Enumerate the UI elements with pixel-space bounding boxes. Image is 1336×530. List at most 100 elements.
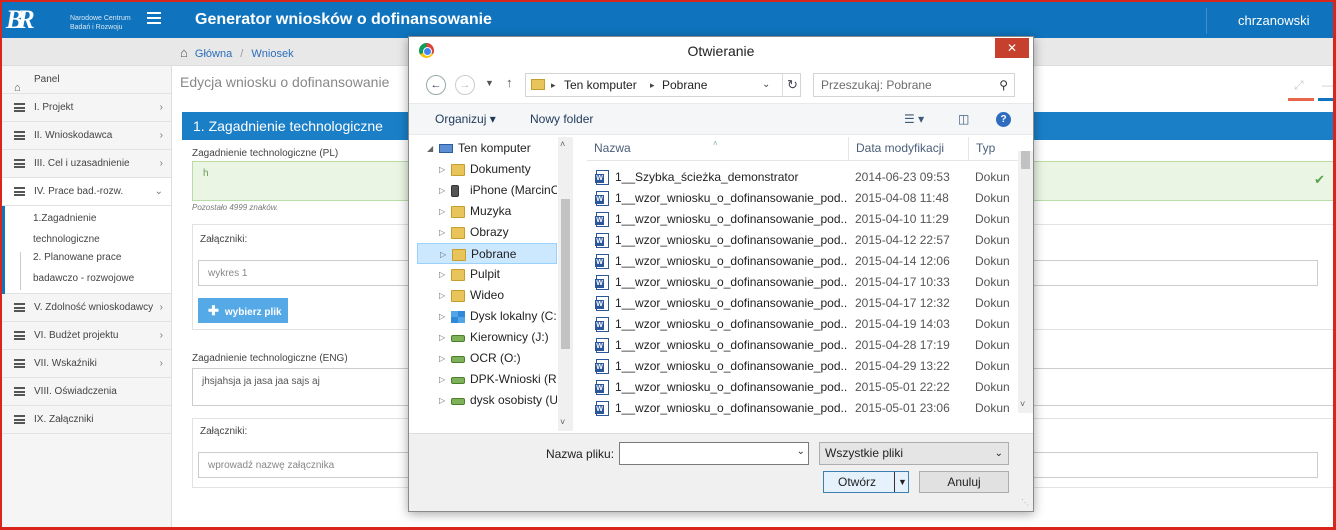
file-scroll-thumb[interactable] <box>1021 151 1030 169</box>
user-menu[interactable]: chrzanowski <box>1238 13 1310 28</box>
sidebar-item-wnioskodawca[interactable]: II. Wnioskodawca › <box>2 122 171 150</box>
breadcrumb-home[interactable]: Główna <box>195 48 232 60</box>
ncbr-logo[interactable]: BR Narodowe Centrum Badań i Rozwoju <box>6 5 136 37</box>
file-row[interactable]: 1__wzor_wniosku_o_dofinansowanie_pod... 2… <box>587 314 1017 335</box>
tree-item[interactable]: ▷ OCR (O:) <box>417 348 557 369</box>
tree-item-label: Dysk lokalny (C:) <box>470 309 557 323</box>
tree-scrollbar[interactable]: ˄ ˅ <box>558 137 573 431</box>
resize-grip-icon[interactable]: ⋱ <box>1021 498 1029 507</box>
tree-item[interactable]: ▷ dysk osobisty (U: <box>417 390 557 411</box>
path-this-pc[interactable]: Ten komputer <box>564 74 637 96</box>
tree-item[interactable]: ▷ Obrazy <box>417 222 557 243</box>
tree-item-label: iPhone (MarcinC <box>470 183 557 197</box>
tree-item[interactable]: ▷ Dokumenty <box>417 159 557 180</box>
tree-scroll-thumb[interactable] <box>561 199 570 349</box>
sidebar-item-wskazniki[interactable]: VII. Wskaźniki › <box>2 350 171 378</box>
sidebar-item-budzet[interactable]: VI. Budżet projektu › <box>2 322 171 350</box>
sidebar-item-prace[interactable]: IV. Prace bad.-rozw. ⌄ <box>2 178 171 206</box>
dialog-titlebar[interactable]: Otwieranie ✕ <box>409 37 1033 65</box>
expand-icon[interactable]: ▷ <box>440 244 446 263</box>
expand-icon[interactable]: ▷ <box>439 264 445 285</box>
tree-item[interactable]: ▷ Muzyka <box>417 201 557 222</box>
expand-icon[interactable]: ▷ <box>439 390 445 411</box>
sidebar-item-zdolnosc[interactable]: V. Zdolność wnioskodawcy › <box>2 294 171 322</box>
expand-icon[interactable]: ▷ <box>439 159 445 180</box>
file-name: 1__wzor_wniosku_o_dofinansowanie_pod... <box>615 254 847 268</box>
expand-icon[interactable]: ▷ <box>439 222 445 243</box>
arrow-up-icon[interactable]: ↑ <box>506 75 513 90</box>
submenu-item-planowane[interactable]: 2. Planowane prace <box>33 247 163 268</box>
expand-icon[interactable]: ▷ <box>439 348 445 369</box>
close-button[interactable]: ✕ <box>995 38 1029 58</box>
word-document-icon <box>595 317 609 332</box>
view-options-icon[interactable]: ☰ ▾ <box>904 112 924 126</box>
tree-item[interactable]: ▷ iPhone (MarcinC <box>417 180 557 201</box>
expand-icon[interactable]: ⤢ <box>1294 78 1304 93</box>
dropdown-arrow-icon[interactable]: ▼ <box>898 472 907 492</box>
file-type-select[interactable]: Wszystkie pliki ⌄ <box>819 442 1009 465</box>
col-date[interactable]: Data modyfikacji <box>849 137 969 161</box>
breadcrumb-wniosek[interactable]: Wniosek <box>251 48 293 60</box>
expanded-icon[interactable]: ◢ <box>427 138 433 159</box>
file-row[interactable]: 1__wzor_wniosku_o_dofinansowanie_pod... 2… <box>587 335 1017 356</box>
tree-item[interactable]: ◢ Ten komputer <box>417 138 557 159</box>
open-button[interactable]: Otwórz ▼ <box>823 471 909 493</box>
tree-item[interactable]: ▷ DPK-Wnioski (R:) <box>417 369 557 390</box>
sidebar-item-panel[interactable]: ⌂ Panel <box>2 66 171 94</box>
tree-item[interactable]: ▷ Pulpit <box>417 264 557 285</box>
search-input[interactable]: Przeszukaj: Pobrane ⚲ <box>813 73 1015 97</box>
scroll-down-icon[interactable]: ˅ <box>1020 399 1025 409</box>
pick-file-button[interactable]: ✚ wybierz plik <box>198 298 288 323</box>
help-icon[interactable]: ? <box>996 112 1011 127</box>
file-row[interactable]: 1__wzor_wniosku_o_dofinansowanie_pod... 2… <box>587 272 1017 293</box>
recent-dropdown-icon[interactable]: ▼ <box>485 78 494 88</box>
tree-item-label: dysk osobisty (U: <box>470 393 557 407</box>
organize-button[interactable]: Organizuj ▾ <box>435 112 496 126</box>
sidebar-item-projekt[interactable]: I. Projekt › <box>2 94 171 122</box>
col-type[interactable]: Typ <box>969 137 1019 161</box>
menu-toggle-icon[interactable] <box>147 12 161 26</box>
close-icon: ✕ <box>1006 41 1018 55</box>
address-bar[interactable]: ▸ Ten komputer ▸ Pobrane ⌄ ↻ <box>525 73 801 97</box>
file-row[interactable]: 1__wzor_wniosku_o_dofinansowanie_pod... 2… <box>587 293 1017 314</box>
tree-item[interactable]: ▷ Pobrane <box>417 243 557 264</box>
file-row[interactable]: 1__wzor_wniosku_o_dofinansowanie_pod... 2… <box>587 209 1017 230</box>
back-button[interactable]: ← <box>426 75 446 95</box>
file-row[interactable]: 1__wzor_wniosku_o_dofinansowanie_pod... 2… <box>587 230 1017 251</box>
sidebar-item-oswiadczenia[interactable]: VIII. Oświadczenia <box>2 378 171 406</box>
file-row[interactable]: 1__wzor_wniosku_o_dofinansowanie_pod... 2… <box>587 356 1017 377</box>
cancel-button[interactable]: Anuluj <box>919 471 1009 493</box>
file-list-scrollbar[interactable]: ˅ <box>1018 151 1033 413</box>
chevron-down-icon[interactable]: ⌄ <box>797 446 805 457</box>
forward-button[interactable]: → <box>455 75 475 95</box>
expand-icon[interactable]: ▷ <box>439 327 445 348</box>
file-date: 2015-04-17 10:33 <box>855 275 950 289</box>
expand-icon[interactable]: ▷ <box>439 306 445 327</box>
sidebar-item-cel[interactable]: III. Cel i uzasadnienie › <box>2 150 171 178</box>
filename-input[interactable]: ⌄ <box>619 442 809 465</box>
chevron-down-icon[interactable]: ⌄ <box>762 74 770 96</box>
scroll-down-icon[interactable]: ˅ <box>560 417 565 427</box>
tree-item[interactable]: ▷ Dysk lokalny (C:) <box>417 306 557 327</box>
file-row[interactable]: 1__Szybka_ścieżka_demonstrator 2014-06-23… <box>587 167 1017 188</box>
tree-item[interactable]: ▷ Kierownicy (J:) <box>417 327 557 348</box>
submenu-item-planowane-cont[interactable]: badawczo - rozwojowe <box>33 268 163 289</box>
tree-item[interactable]: ▷ Wideo <box>417 285 557 306</box>
file-row[interactable]: 1__wzor_wniosku_o_dofinansowanie_pod... 2… <box>587 251 1017 272</box>
expand-icon[interactable]: ▷ <box>439 180 445 201</box>
sidebar-item-zalaczniki[interactable]: IX. Załączniki <box>2 406 171 434</box>
expand-icon[interactable]: ▷ <box>439 201 445 222</box>
new-folder-button[interactable]: Nowy folder <box>530 112 593 126</box>
scroll-up-icon[interactable]: ˄ <box>560 139 565 149</box>
file-row[interactable]: 1__wzor_wniosku_o_dofinansowanie_pod... 2… <box>587 377 1017 398</box>
col-name[interactable]: ˄ Nazwa <box>587 137 849 161</box>
file-row[interactable]: 1__wzor_wniosku_o_dofinansowanie_pod... 2… <box>587 188 1017 209</box>
preview-pane-icon[interactable]: ◫ <box>958 112 969 126</box>
expand-icon[interactable]: ▷ <box>439 369 445 390</box>
path-downloads[interactable]: Pobrane <box>662 74 707 96</box>
expand-icon[interactable]: ▷ <box>439 285 445 306</box>
remaining-chars: Pozostało 4999 znaków. <box>192 203 279 212</box>
refresh-icon[interactable]: ↻ <box>782 74 802 96</box>
submenu-item-zagadnienie[interactable]: 1.Zagadnienie <box>33 208 163 229</box>
file-row[interactable]: 1__wzor_wniosku_o_dofinansowanie_pod... 2… <box>587 398 1017 419</box>
